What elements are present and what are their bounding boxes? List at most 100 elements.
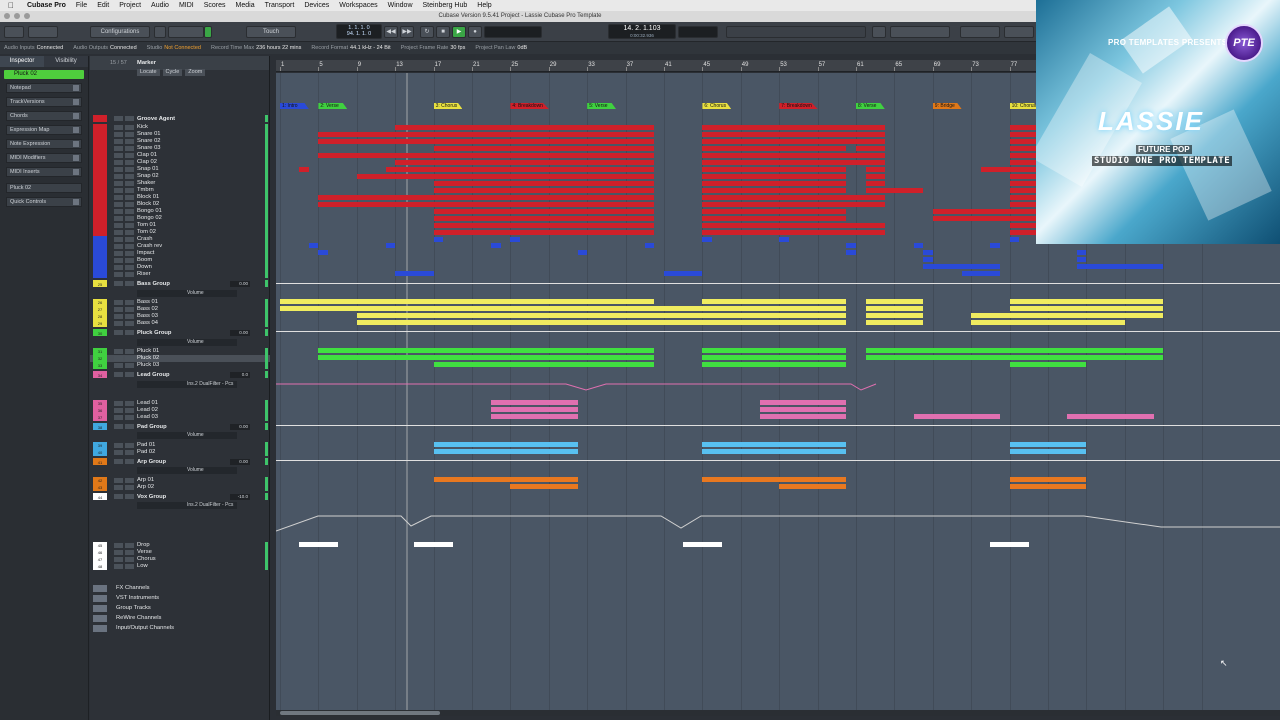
solo-button[interactable] [125, 485, 134, 490]
solo-button[interactable] [125, 251, 134, 256]
track-mute-solo-buttons[interactable] [114, 209, 134, 214]
track-row-arp-02[interactable]: 43 Arp 02 [90, 484, 270, 491]
mute-button[interactable] [114, 265, 123, 270]
mute-button[interactable] [114, 230, 123, 235]
mute-button[interactable] [114, 223, 123, 228]
solo-button[interactable] [125, 272, 134, 277]
group-control-row[interactable]: Ins.2 DualFilter - Pcs [137, 502, 237, 509]
inspector-section-trackversions[interactable]: TrackVersions [6, 97, 82, 107]
track-mute-solo-buttons[interactable] [114, 408, 134, 413]
track-row-block-01[interactable]: Block 01 [90, 194, 270, 201]
solo-button[interactable] [125, 300, 134, 305]
track-mute-solo-buttons[interactable] [114, 174, 134, 179]
track-mute-solo-buttons[interactable] [114, 494, 134, 499]
track-volume[interactable]: -10.0 [230, 494, 250, 500]
solo-button[interactable] [125, 408, 134, 413]
mute-button[interactable] [114, 557, 123, 562]
menu-midi[interactable]: MIDI [174, 2, 199, 9]
record-icon[interactable]: ● [468, 26, 482, 38]
track-row-impact[interactable]: Impact [90, 250, 270, 257]
mute-button[interactable] [114, 209, 123, 214]
solo-button[interactable] [125, 237, 134, 242]
undo-redo-buttons[interactable] [28, 26, 58, 38]
minimize-window-button[interactable] [14, 13, 20, 19]
solo-button[interactable] [125, 139, 134, 144]
track-mute-solo-buttons[interactable] [114, 349, 134, 354]
solo-button[interactable] [125, 160, 134, 165]
track-mute-solo-buttons[interactable] [114, 307, 134, 312]
solo-button[interactable] [125, 223, 134, 228]
section-toggle-icon[interactable] [73, 155, 79, 161]
solo-button[interactable] [125, 125, 134, 130]
track-row-crash-rev[interactable]: Crash rev [90, 243, 270, 250]
solo-button[interactable] [125, 181, 134, 186]
automation-mode-select[interactable]: Touch [246, 26, 296, 38]
cycle-icon[interactable]: ↻ [420, 26, 434, 38]
folder-track-input-output-channels[interactable]: Input/Output Channels [90, 625, 270, 632]
solo-button[interactable] [125, 372, 134, 377]
track-mute-solo-buttons[interactable] [114, 237, 134, 242]
solo-button[interactable] [125, 557, 134, 562]
mute-button[interactable] [114, 330, 123, 335]
mute-button[interactable] [114, 485, 123, 490]
track-row-lead-group[interactable]: 34 Lead Group 0.0 [90, 371, 270, 380]
menu-edit[interactable]: Edit [92, 2, 114, 9]
lead-automation-line[interactable] [276, 383, 877, 391]
track-row-lead-03[interactable]: 37 Lead 03 [90, 414, 270, 421]
track-mute-solo-buttons[interactable] [114, 167, 134, 172]
mute-button[interactable] [114, 125, 123, 130]
inspector-section-expression-map[interactable]: Expression Map [6, 125, 82, 135]
solo-button[interactable] [125, 209, 134, 214]
window-layout-buttons[interactable] [1004, 26, 1034, 38]
mute-button[interactable] [114, 321, 123, 326]
group-control-row[interactable]: Volume [137, 290, 237, 297]
configurations-button[interactable]: Configurations [90, 26, 150, 38]
track-mute-solo-buttons[interactable] [114, 543, 134, 548]
track-mute-solo-buttons[interactable] [114, 146, 134, 151]
solo-button[interactable] [125, 153, 134, 158]
track-row-pluck-02[interactable]: 32 Pluck 02 [90, 355, 270, 362]
mute-button[interactable] [114, 195, 123, 200]
menu-help[interactable]: Help [472, 2, 496, 9]
mute-button[interactable] [114, 139, 123, 144]
track-mute-solo-buttons[interactable] [114, 443, 134, 448]
track-mute-solo-buttons[interactable] [114, 363, 134, 368]
solo-button[interactable] [125, 202, 134, 207]
zoom-window-button[interactable] [24, 13, 30, 19]
track-row-tmbrn[interactable]: Tmbrn [90, 187, 270, 194]
solo-button[interactable] [125, 132, 134, 137]
write-automation-button[interactable] [204, 26, 212, 38]
track-row-snare-02[interactable]: Snare 02 [90, 138, 270, 145]
track-row-bass-03[interactable]: 28 Bass 03 [90, 313, 270, 320]
solo-button[interactable] [125, 167, 134, 172]
solo-button[interactable] [125, 543, 134, 548]
track-volume[interactable]: 0.00 [230, 424, 250, 430]
apple-icon[interactable]:  [0, 1, 22, 10]
track-mute-solo-buttons[interactable] [114, 251, 134, 256]
solo-button[interactable] [125, 188, 134, 193]
mute-button[interactable] [114, 188, 123, 193]
menu-transport[interactable]: Transport [260, 2, 300, 9]
mute-button[interactable] [114, 281, 123, 286]
track-mute-solo-buttons[interactable] [114, 424, 134, 429]
quick-controls-section[interactable]: Quick Controls [6, 197, 82, 207]
mute-button[interactable] [114, 272, 123, 277]
track-row-boom[interactable]: Boom [90, 257, 270, 264]
mute-button[interactable] [114, 237, 123, 242]
section-toggle-icon[interactable] [73, 113, 79, 119]
track-mute-solo-buttons[interactable] [114, 478, 134, 483]
solo-button[interactable] [125, 424, 134, 429]
rewind-icon[interactable]: ◀◀ [384, 26, 398, 38]
section-toggle-icon[interactable] [73, 141, 79, 147]
track-row-bass-01[interactable]: 26 Bass 01 [90, 299, 270, 306]
mute-button[interactable] [114, 181, 123, 186]
solo-button[interactable] [125, 244, 134, 249]
track-row-pluck-group[interactable]: 30 Pluck Group 0.00 [90, 329, 270, 338]
mute-button[interactable] [114, 251, 123, 256]
folder-track-rewire-channels[interactable]: ReWire Channels [90, 615, 270, 622]
track-volume[interactable]: 0.00 [230, 281, 250, 287]
track-row-snap-01[interactable]: Snap 01 [90, 166, 270, 173]
track-mute-solo-buttons[interactable] [114, 160, 134, 165]
timecode-display[interactable]: 14. 2. 1.103 0:00:32.936 [608, 24, 676, 39]
solo-button[interactable] [125, 314, 134, 319]
